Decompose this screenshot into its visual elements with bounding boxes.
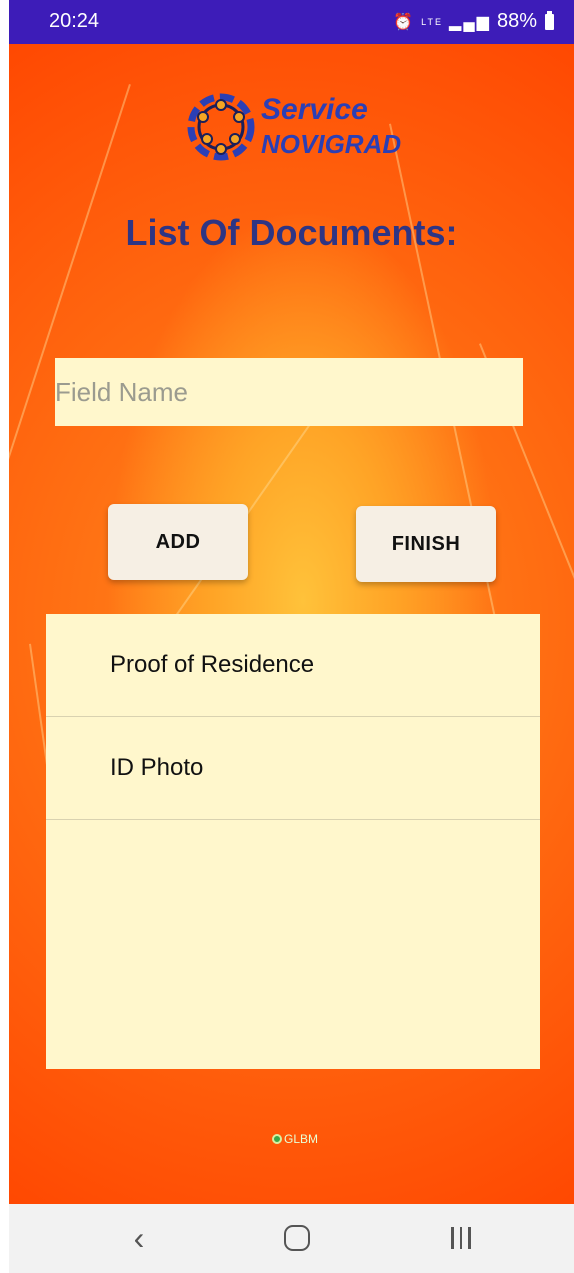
brand-text: GLBM [284, 1132, 319, 1146]
battery-icon [545, 10, 554, 30]
list-item[interactable]: Proof of Residence [46, 614, 540, 717]
logo-text-service: Service [261, 93, 368, 126]
brand-watermark: GLBM [272, 1132, 318, 1146]
chevron-left-icon: ‹ [133, 1219, 145, 1256]
list-item[interactable]: ID Photo [46, 717, 540, 820]
home-icon [284, 1225, 310, 1251]
phone-screen: 20:24 ⏰ LTE ▂▄▆ 88% Service NOVIGRAD Lis… [9, 0, 574, 1273]
logo-text-novigrad: NOVIGRAD [261, 129, 402, 159]
gear-people-icon [187, 93, 255, 161]
documents-list[interactable]: Proof of Residence ID Photo [46, 614, 540, 1069]
lte-icon: LTE [421, 16, 444, 27]
status-indicators: ⏰ LTE ▂▄▆ 88% [393, 10, 554, 33]
add-button[interactable]: ADD [108, 504, 248, 580]
app-content: Service NOVIGRAD List Of Documents: ADD … [9, 44, 574, 1204]
home-nav-button[interactable] [277, 1218, 317, 1258]
recents-nav-button[interactable] [441, 1218, 481, 1258]
alarm-icon: ⏰ [393, 13, 416, 31]
finish-button[interactable]: FINISH [356, 506, 496, 582]
field-name-input[interactable] [55, 358, 523, 426]
recents-icon [451, 1227, 471, 1249]
status-bar: 20:24 ⏰ LTE ▂▄▆ 88% [9, 0, 574, 44]
navigation-bar: ‹ [9, 1204, 574, 1273]
service-novigrad-logo: Service NOVIGRAD [181, 87, 411, 167]
back-nav-button[interactable]: ‹ [119, 1218, 159, 1258]
signal-icon: ▂▄▆ [449, 13, 491, 31]
page-title: List Of Documents: [125, 212, 458, 253]
globe-icon [272, 1134, 282, 1144]
battery-percent: 88% [496, 10, 537, 32]
status-time: 20:24 [49, 10, 100, 32]
